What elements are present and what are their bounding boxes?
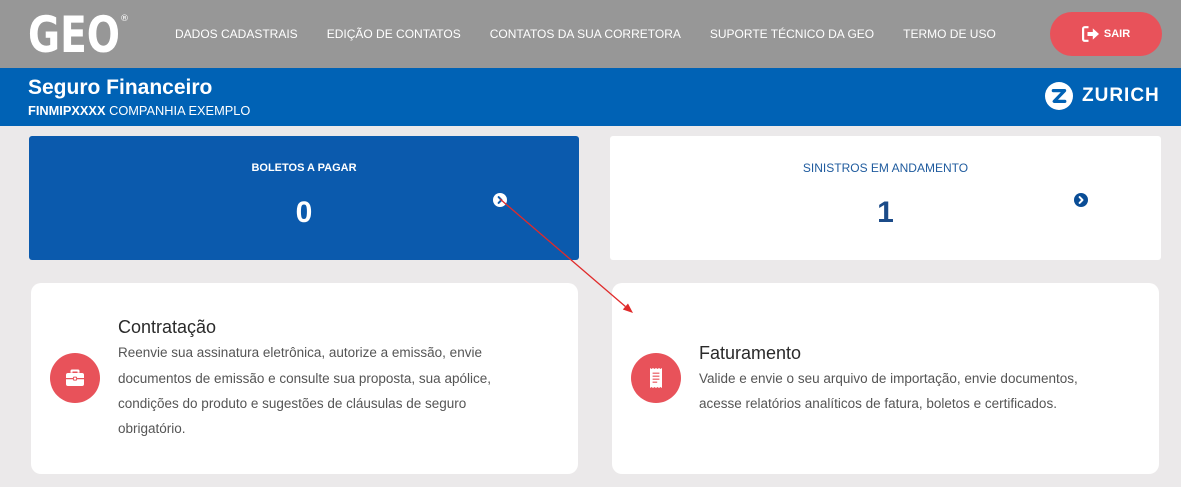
logout-button[interactable]: SAIR	[1050, 12, 1162, 56]
contratacao-card[interactable]: Contratação Reenvie sua assinatura eletr…	[31, 283, 578, 474]
card-description: Reenvie sua assinatura eletrônica, autor…	[118, 340, 491, 441]
product-banner: Seguro Financeiro FINMIPXXXX COMPANHIA E…	[0, 68, 1181, 126]
faturamento-card[interactable]: Faturamento Valide e envie o seu arquivo…	[612, 283, 1159, 474]
logout-label: SAIR	[1103, 28, 1131, 40]
description-line: condições do produto e sugestões de cláu…	[118, 396, 467, 411]
insurer-logo: ZURICH	[1045, 82, 1160, 110]
chevron-right-circle-icon[interactable]	[1074, 193, 1088, 207]
faturamento-text: Faturamento Valide e envie o seu arquivo…	[699, 283, 1078, 474]
nav-contatos-da-corretora[interactable]: CONTATOS DA SUA CORRETORA	[490, 27, 681, 41]
nav-edicao-de-contatos[interactable]: EDIÇÃO DE CONTATOS	[327, 27, 461, 41]
description-line: Reenvie sua assinatura eletrônica, autor…	[118, 345, 482, 361]
top-navigation-bar: GEO ® DADOS CADASTRAIS EDIÇÃO DE CONTATO…	[0, 0, 1181, 68]
chevron-right-circle-icon[interactable]	[493, 193, 507, 207]
card-description: Valide e envie o seu arquivo de importaç…	[699, 366, 1078, 417]
card-title: Contratação	[118, 317, 217, 338]
zurich-logo-icon	[1045, 82, 1073, 110]
page-title: Seguro Financeiro	[28, 76, 213, 99]
description-line: Valide e envie o seu arquivo de importaç…	[699, 370, 1078, 386]
faturamento-icon-badge	[631, 353, 681, 403]
card-title: SINISTROS EM ANDAMENTO	[802, 161, 969, 175]
card-title: BOLETOS A PAGAR	[251, 162, 357, 174]
policy-code: FINMIPXXXX	[28, 103, 106, 118]
main-nav: DADOS CADASTRAIS EDIÇÃO DE CONTATOS CONT…	[175, 0, 996, 68]
description-line: obrigatório.	[118, 421, 186, 437]
contratacao-text: Contratação Reenvie sua assinatura eletr…	[118, 283, 491, 474]
description-line: documentos de emissão e consulte sua pro…	[118, 370, 491, 386]
nav-suporte-tecnico[interactable]: SUPORTE TÉCNICO DA GEO	[710, 27, 874, 41]
nav-dados-cadastrais[interactable]: DADOS CADASTRAIS	[175, 27, 298, 41]
logo-text: GEO	[28, 8, 120, 58]
sign-out-icon	[1081, 26, 1099, 42]
card-title: Faturamento	[699, 342, 802, 363]
briefcase-icon	[66, 369, 84, 386]
insurer-name: ZURICH	[1082, 85, 1160, 106]
boletos-a-pagar-card[interactable]: BOLETOS A PAGAR 0	[29, 136, 579, 260]
geo-logo[interactable]: GEO ®	[26, 8, 130, 58]
nav-termo-de-uso[interactable]: TERMO DE USO	[903, 27, 996, 41]
description-line: acesse relatórios analíticos de fatura, …	[699, 396, 1057, 411]
company-name: COMPANHIA EXEMPLO	[109, 103, 251, 118]
policy-subtitle: FINMIPXXXX COMPANHIA EXEMPLO	[28, 104, 250, 118]
contratacao-icon-badge	[50, 353, 100, 403]
receipt-icon	[650, 368, 662, 388]
registered-mark: ®	[120, 14, 129, 24]
sinistros-em-andamento-card[interactable]: SINISTROS EM ANDAMENTO 1	[610, 136, 1161, 260]
